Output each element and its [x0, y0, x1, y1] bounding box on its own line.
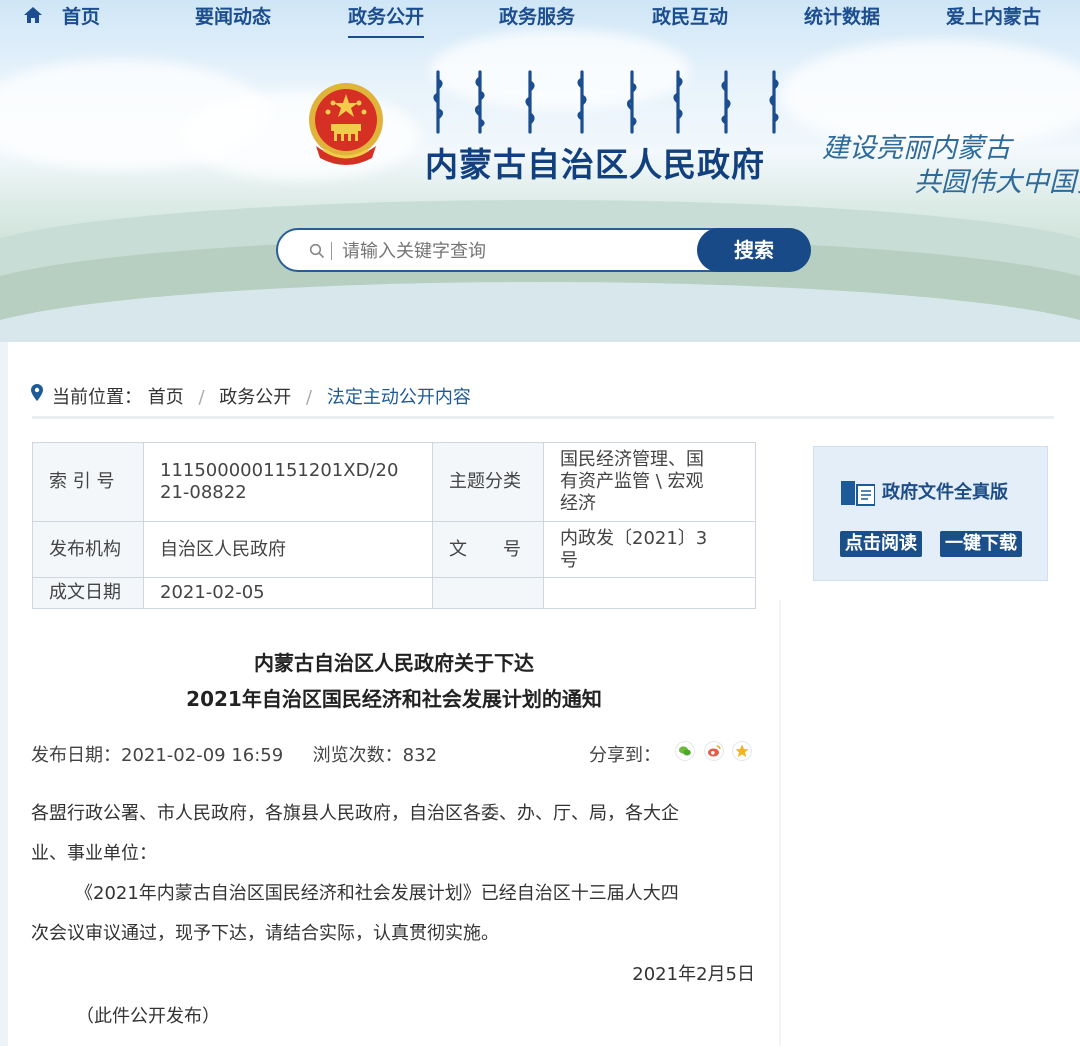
location-pin-icon — [31, 384, 43, 401]
full-document-card: 政府文件全真版 点击阅读 一键下载 — [813, 446, 1048, 581]
topic-value: 国民经济管理、国 有资产监管 \ 宏观 经济 — [543, 442, 756, 522]
document-metadata-table: 索 引 号 1115000001151201XD/20 21-08822 主题分… — [32, 442, 756, 609]
nav-item-gov-affairs[interactable]: 政务公开 — [348, 2, 425, 38]
document-icon — [841, 481, 875, 506]
site-title: 内蒙古自治区人民政府 — [425, 145, 765, 184]
breadcrumb-gov-affairs[interactable]: 政务公开 — [219, 387, 291, 408]
national-emblem-logo — [309, 83, 383, 165]
index-value-line: 1115000001151201XD/20 — [160, 460, 399, 481]
paragraph-line: 次会议审议通过，现予下达，请结合实际，认真贯彻实施。 — [31, 923, 499, 944]
mongolian-script-glyph — [626, 70, 637, 134]
topic-value-line: 有资产监管 \ 宏观 — [560, 471, 704, 492]
article-title-line-1: 内蒙古自治区人民政府关于下达 — [254, 651, 534, 675]
publication-note: （此件公开发布） — [76, 1006, 220, 1027]
wechat-share-icon[interactable] — [675, 741, 695, 761]
nav-item-statistics[interactable]: 统计数据 — [804, 2, 880, 29]
article-paragraph-1: 各盟行政公署、市人民政府，各旗县人民政府，自治区各委、办、厅、局，各大企 业、事… — [31, 794, 757, 874]
signature-date: 2021年2月5日 — [632, 964, 755, 985]
breadcrumb-separator: / — [306, 387, 313, 408]
publish-date: 发布日期：2021-02-09 16:59 — [31, 745, 284, 766]
article-title-line-2: 2021年自治区国民经济和社会发展计划的通知 — [186, 687, 602, 711]
index-value-line: 21-08822 — [160, 482, 247, 503]
date-value: 2021-02-05 — [143, 577, 433, 609]
breadcrumb-current[interactable]: 法定主动公开内容 — [327, 387, 471, 408]
issuer-label: 发布机构 — [32, 521, 144, 578]
doc-number-line: 内政发〔2021〕3 — [560, 527, 708, 549]
search-button[interactable]: 搜索 — [697, 228, 811, 272]
paragraph-line: 各盟行政公署、市人民政府，各旗县人民政府，自治区各委、办、厅、局，各大企 — [31, 803, 679, 824]
weibo-share-icon[interactable] — [704, 741, 724, 761]
breadcrumb-home[interactable]: 首页 — [148, 387, 184, 408]
date-label: 成文日期 — [32, 577, 144, 609]
mongolian-script-glyph — [769, 70, 779, 134]
nav-item-interaction[interactable]: 政民互动 — [652, 2, 728, 29]
doc-number-label: 文 号 — [432, 521, 544, 578]
breadcrumb-separator: / — [198, 387, 205, 408]
slogan-line-2: 共圆伟大中国梦 — [914, 167, 1080, 198]
index-value: 1115000001151201XD/20 21-08822 — [143, 442, 433, 522]
search-divider — [331, 242, 332, 260]
doc-number-line: 号 — [560, 549, 578, 571]
mongolian-script-glyph — [474, 70, 485, 134]
mongolian-script-glyph — [673, 70, 683, 134]
table-row: 发布机构 自治区人民政府 文 号 内政发〔2021〕3 号 — [32, 521, 756, 578]
nav-item-home[interactable]: 首页 — [62, 2, 100, 29]
mongolian-script-glyph — [525, 70, 535, 134]
topic-value-line: 国民经济管理、国 — [560, 449, 704, 470]
share-label: 分享到： — [589, 745, 661, 766]
mongolian-script-glyph — [721, 70, 731, 134]
mongolian-script-glyph — [433, 70, 444, 134]
paragraph-line: 《2021年内蒙古自治区国民经济和社会发展计划》已经自治区十三届人大四 — [75, 883, 679, 904]
download-button[interactable]: 一键下载 — [940, 531, 1022, 557]
top-nav: 首页 要闻动态 政务公开 政务服务 政民互动 统计数据 爱上内蒙古 — [0, 0, 1080, 38]
publish-info: 发布日期：2021-02-09 16:59 浏览次数：832 — [31, 741, 437, 767]
empty-cell — [432, 577, 544, 609]
index-label: 索 引 号 — [32, 442, 144, 522]
view-count: 浏览次数：832 — [312, 745, 438, 766]
topic-value-line: 经济 — [560, 493, 596, 514]
empty-cell — [543, 577, 756, 609]
read-online-button[interactable]: 点击阅读 — [840, 531, 922, 557]
cloud — [430, 30, 690, 110]
nav-item-news[interactable]: 要闻动态 — [195, 2, 271, 29]
column-divider — [779, 600, 781, 1046]
header-banner: 首页 要闻动态 政务公开 政务服务 政民互动 统计数据 爱上内蒙古 内蒙古自治区… — [0, 0, 1080, 342]
paragraph-line: 业、事业单位： — [31, 843, 157, 864]
article-paragraph-2: 《2021年内蒙古自治区国民经济和社会发展计划》已经自治区十三届人大四 次会议审… — [31, 874, 757, 954]
nav-item-inner-mongolia[interactable]: 爱上内蒙古 — [946, 2, 1041, 29]
qzone-share-icon[interactable] — [732, 741, 752, 761]
home-icon[interactable] — [23, 6, 43, 24]
doc-number-value: 内政发〔2021〕3 号 — [543, 521, 756, 578]
table-row: 成文日期 2021-02-05 — [32, 577, 756, 609]
breadcrumb-divider — [32, 416, 1054, 419]
breadcrumb: 当前位置： 首页 / 政务公开 / 法定主动公开内容 — [52, 383, 471, 409]
nav-item-services[interactable]: 政务服务 — [499, 2, 575, 29]
search-icon — [309, 243, 325, 259]
table-row: 索 引 号 1115000001151201XD/20 21-08822 主题分… — [32, 442, 756, 522]
search-input[interactable] — [340, 238, 694, 264]
mongolian-script-glyph — [577, 70, 587, 134]
issuer-value: 自治区人民政府 — [143, 521, 433, 578]
breadcrumb-prefix: 当前位置： — [52, 387, 142, 408]
full-document-title: 政府文件全真版 — [882, 482, 1008, 503]
topic-label: 主题分类 — [432, 442, 544, 522]
